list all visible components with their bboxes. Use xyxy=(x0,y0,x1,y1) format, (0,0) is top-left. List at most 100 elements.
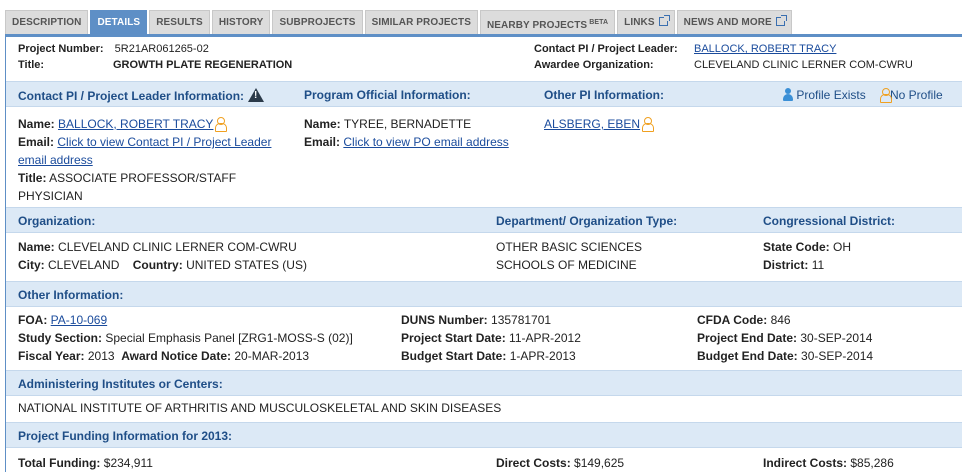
district-value: 11 xyxy=(811,258,825,272)
tab-label: DETAILS xyxy=(97,17,141,28)
state-code-label: State Code: xyxy=(763,240,830,254)
po-name-line: Name: TYREE, BERNADETTE xyxy=(304,115,509,133)
tab-subprojects[interactable]: SUBPROJECTS xyxy=(272,10,363,34)
tab-label: NEARBY PROJECTS xyxy=(486,20,588,31)
other-info-col-3: CFDA Code: 846 Project End Date: 30-SEP-… xyxy=(697,311,873,365)
institutes-section-header: Administering Institutes or Centers: xyxy=(6,370,962,396)
other-pi-line: ALSBERG, EBEN xyxy=(544,115,655,133)
direct-costs-label: Direct Costs: xyxy=(496,456,571,470)
tab-label: SUBPROJECTS xyxy=(279,17,356,28)
budget-end-label: Budget End Date: xyxy=(697,349,798,363)
title-label: Title: xyxy=(18,171,47,185)
state-code-value: OH xyxy=(833,240,852,254)
no-profile-text: No Profile xyxy=(890,88,943,102)
country-label: Country: xyxy=(132,258,183,272)
project-start-value: 11-APR-2012 xyxy=(509,331,581,345)
project-end-label: Project End Date: xyxy=(697,331,798,345)
email-label: Email: xyxy=(18,135,55,149)
cfda-line: CFDA Code: 846 xyxy=(697,311,873,329)
budget-start-label: Budget Start Date: xyxy=(401,349,507,363)
state-line: State Code: OH xyxy=(763,238,851,256)
budget-start-line: Budget Start Date: 1-APR-2013 xyxy=(401,347,581,365)
po-name-value: TYREE, BERNADETTE xyxy=(343,117,472,131)
tab-label: SIMILAR PROJECTS xyxy=(371,17,471,28)
institute-name: NATIONAL INSTITUTE OF ARTHRITIS AND MUSC… xyxy=(18,401,502,415)
org-location-line: City: CLEVELAND Country: UNITED STATES (… xyxy=(18,256,307,274)
org-name-line: Name: CLEVELAND CLINIC LERNER COM-CWRU xyxy=(18,238,307,256)
contact-pi-row: Contact PI / Project Leader: BALLOCK, RO… xyxy=(534,43,836,55)
contact-email-link[interactable]: Click to view Contact PI / Project Leade… xyxy=(57,135,271,149)
other-pi-heading: Other PI Information: xyxy=(544,88,664,102)
contact-pi-info-heading: Contact PI / Project Leader Information: xyxy=(18,88,265,103)
district-details: State Code: OH District: 11 xyxy=(763,238,851,274)
name-label: Name: xyxy=(18,117,55,131)
department-value: OTHER BASIC SCIENCES xyxy=(496,240,643,254)
organization-type-value: SCHOOLS OF MEDICINE xyxy=(496,258,637,272)
beta-badge: BETA xyxy=(589,19,609,26)
details-panel: Project Number: 5R21AR061265-02 Title: G… xyxy=(5,34,962,472)
tab-description[interactable]: DESCRIPTION xyxy=(5,10,89,34)
contact-pi-link[interactable]: BALLOCK, ROBERT TRACY xyxy=(694,43,836,55)
contact-title-line-2: PHYSICIAN xyxy=(18,187,271,205)
tab-label: DESCRIPTION xyxy=(12,17,82,28)
external-link-icon xyxy=(775,15,787,26)
direct-costs-value: $149,625 xyxy=(574,456,625,470)
study-section-line: Study Section: Special Emphasis Panel [Z… xyxy=(18,329,353,347)
study-section-value: Special Emphasis Panel [ZRG1-MOSS-S (02)… xyxy=(105,331,353,345)
tab-label: LINKS xyxy=(624,17,655,28)
warning-icon[interactable] xyxy=(248,88,265,102)
other-pi-details: ALSBERG, EBEN xyxy=(544,115,655,133)
name-label: Name: xyxy=(304,117,341,131)
budget-end-value: 30-SEP-2014 xyxy=(801,349,874,363)
external-link-icon xyxy=(658,15,670,26)
no-profile-icon xyxy=(642,117,655,132)
district-label: District: xyxy=(763,258,809,272)
tab-label: RESULTS xyxy=(156,17,203,28)
project-number-value: 5R21AR061265-02 xyxy=(114,43,209,55)
contact-title-value: ASSOCIATE PROFESSOR/STAFF xyxy=(49,171,237,185)
tab-links[interactable]: LINKS xyxy=(617,10,675,34)
project-start-line: Project Start Date: 11-APR-2012 xyxy=(401,329,581,347)
tab-history[interactable]: HISTORY xyxy=(211,10,271,34)
duns-value: 135781701 xyxy=(491,313,552,327)
direct-costs-line: Direct Costs: $149,625 xyxy=(496,454,624,472)
org-name-value: CLEVELAND CLINIC LERNER COM-CWRU xyxy=(58,240,297,254)
other-info-col-2: DUNS Number: 135781701 Project Start Dat… xyxy=(401,311,581,365)
award-notice-date-label: Award Notice Date: xyxy=(121,349,232,363)
tab-results[interactable]: RESULTS xyxy=(149,10,210,34)
contact-email-link-continued[interactable]: email address xyxy=(18,153,93,167)
profile-exists-legend: Profile Exists xyxy=(781,88,866,102)
contact-email-line: Email: Click to view Contact PI / Projec… xyxy=(18,133,271,151)
duns-label: DUNS Number: xyxy=(401,313,488,327)
fiscal-year-line: Fiscal Year: 2013 Award Notice Date: 20-… xyxy=(18,347,353,365)
department-details: OTHER BASIC SCIENCES SCHOOLS OF MEDICINE xyxy=(496,238,642,274)
tab-similar-projects[interactable]: SIMILAR PROJECTS xyxy=(364,10,478,34)
email-label: Email: xyxy=(304,135,341,149)
other-pi-link[interactable]: ALSBERG, EBEN xyxy=(544,117,640,131)
organization-section-header: Organization: Department/ Organization T… xyxy=(6,207,962,233)
awardee-value: CLEVELAND CLINIC LERNER COM-CWRU xyxy=(694,59,913,71)
tab-details[interactable]: DETAILS xyxy=(90,10,148,34)
profile-exists-text: Profile Exists xyxy=(796,88,866,102)
budget-end-line: Budget End Date: 30-SEP-2014 xyxy=(697,347,873,365)
project-end-value: 30-SEP-2014 xyxy=(800,331,873,345)
po-email-link[interactable]: Click to view PO email address xyxy=(343,135,508,149)
contact-pi-label: Contact PI / Project Leader: xyxy=(534,43,678,55)
tab-nearby-projects[interactable]: NEARBY PROJECTS BETA xyxy=(479,10,616,34)
po-email-line: Email: Click to view PO email address xyxy=(304,133,509,151)
program-official-heading: Program Official Information: xyxy=(304,88,471,102)
total-funding-value: $234,911 xyxy=(103,456,153,470)
project-start-label: Project Start Date: xyxy=(401,331,506,345)
budget-start-value: 1-APR-2013 xyxy=(509,349,576,363)
title-row: Title: GROWTH PLATE REGENERATION xyxy=(18,59,292,71)
study-section-label: Study Section: xyxy=(18,331,103,345)
funding-heading: Project Funding Information for 2013: xyxy=(18,429,233,443)
tab-bar: DESCRIPTION DETAILS RESULTS HISTORY SUBP… xyxy=(5,10,792,34)
foa-link[interactable]: PA-10-069 xyxy=(51,313,107,327)
heading-text: Contact PI / Project Leader Information: xyxy=(18,89,245,103)
awardee-row: Awardee Organization: CLEVELAND CLINIC L… xyxy=(534,59,913,71)
contact-pi-name-link[interactable]: BALLOCK, ROBERT TRACY xyxy=(58,117,213,131)
tab-news-and-more[interactable]: NEWS AND MORE xyxy=(676,10,792,34)
total-funding-label: Total Funding: xyxy=(18,456,101,470)
contact-pi-details: Name: BALLOCK, ROBERT TRACY Email: Click… xyxy=(18,115,271,205)
